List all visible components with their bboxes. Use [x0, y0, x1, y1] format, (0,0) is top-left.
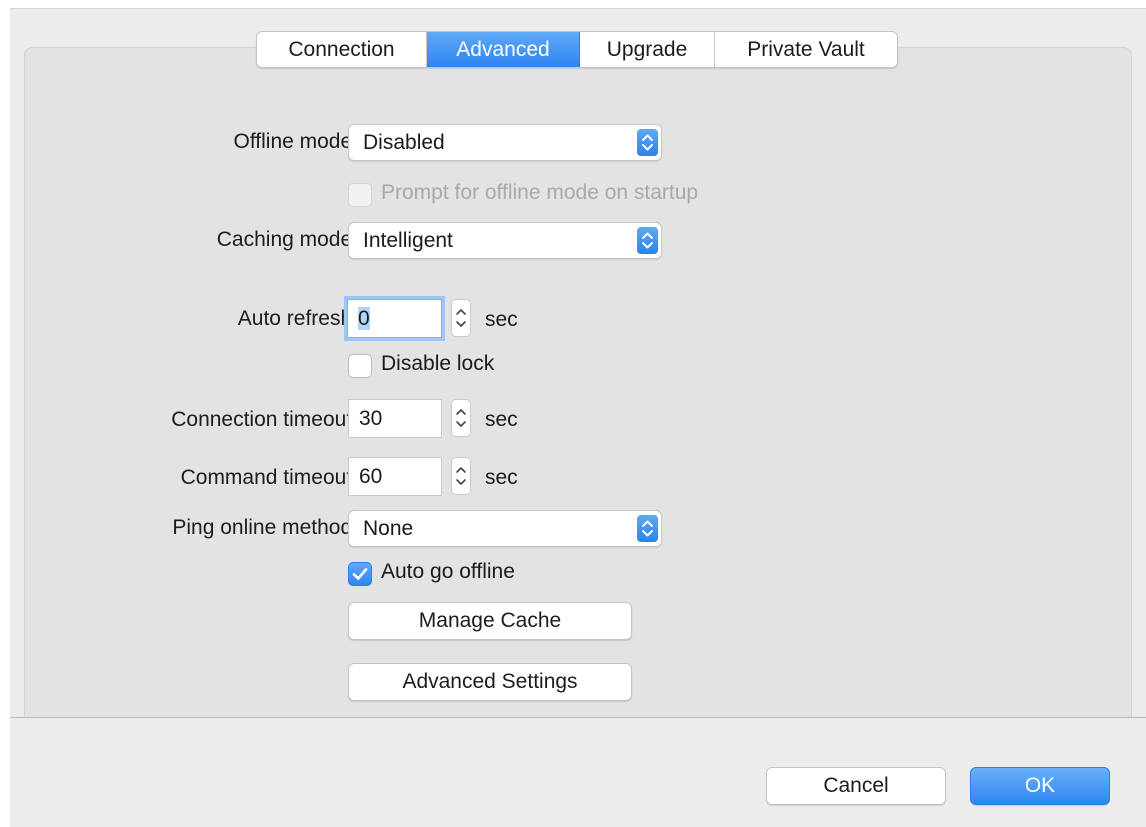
- command-timeout-unit: sec: [485, 466, 518, 489]
- tab-advanced[interactable]: Advanced: [427, 32, 580, 67]
- auto-go-offline-label: Auto go offline: [381, 560, 515, 583]
- auto-go-offline-checkbox[interactable]: [348, 562, 372, 586]
- disable-lock-checkbox[interactable]: [348, 354, 372, 378]
- command-timeout-field[interactable]: 60: [348, 457, 442, 496]
- command-timeout-stepper[interactable]: [451, 457, 471, 495]
- ping-method-select[interactable]: None: [348, 510, 662, 547]
- preferences-tab-bar: Connection Advanced Upgrade Private Vaul…: [256, 31, 898, 68]
- offline-mode-select[interactable]: Disabled: [348, 124, 662, 161]
- manage-cache-button[interactable]: Manage Cache: [348, 602, 632, 640]
- disable-lock-label: Disable lock: [381, 352, 495, 375]
- command-timeout-label: Command timeout:: [180, 466, 358, 489]
- caching-mode-label: Caching mode:: [216, 228, 358, 251]
- ping-method-label: Ping online method:: [172, 516, 358, 539]
- connection-timeout-value: 30: [359, 407, 383, 430]
- checkmark-icon: [352, 568, 368, 580]
- advanced-settings-button[interactable]: Advanced Settings: [348, 663, 632, 701]
- connection-timeout-field[interactable]: 30: [348, 399, 442, 438]
- connection-timeout-unit: sec: [485, 408, 518, 431]
- tab-private-vault[interactable]: Private Vault: [715, 32, 897, 67]
- popup-arrows-icon: [637, 129, 658, 156]
- command-timeout-value: 60: [359, 465, 383, 488]
- cancel-button[interactable]: Cancel: [766, 767, 946, 805]
- prompt-offline-checkbox[interactable]: [348, 183, 372, 207]
- caching-mode-value: Intelligent: [363, 229, 453, 252]
- connection-timeout-stepper[interactable]: [451, 399, 471, 437]
- ok-button[interactable]: OK: [970, 767, 1110, 805]
- auto-refresh-label: Auto refresh:: [237, 307, 358, 330]
- dialog-footer: Cancel OK: [10, 718, 1146, 827]
- auto-refresh-stepper[interactable]: [451, 299, 471, 337]
- ping-method-value: None: [363, 517, 414, 540]
- popup-arrows-icon: [637, 227, 658, 254]
- offline-mode-label: Offline mode:: [233, 130, 358, 153]
- prompt-offline-label: Prompt for offline mode on startup: [381, 181, 699, 204]
- connection-timeout-label: Connection timeout:: [171, 408, 358, 431]
- offline-mode-value: Disabled: [363, 131, 445, 154]
- auto-refresh-unit: sec: [485, 308, 518, 331]
- popup-arrows-icon: [637, 515, 658, 542]
- preferences-window: Offline mode: Disabled Prompt for offlin…: [10, 8, 1146, 827]
- auto-refresh-field[interactable]: 0: [347, 299, 442, 338]
- auto-refresh-value: 0: [358, 307, 370, 330]
- caching-mode-select[interactable]: Intelligent: [348, 222, 662, 259]
- tab-connection[interactable]: Connection: [257, 32, 427, 67]
- advanced-tab-panel: Offline mode: Disabled Prompt for offlin…: [24, 47, 1132, 717]
- tab-upgrade[interactable]: Upgrade: [580, 32, 715, 67]
